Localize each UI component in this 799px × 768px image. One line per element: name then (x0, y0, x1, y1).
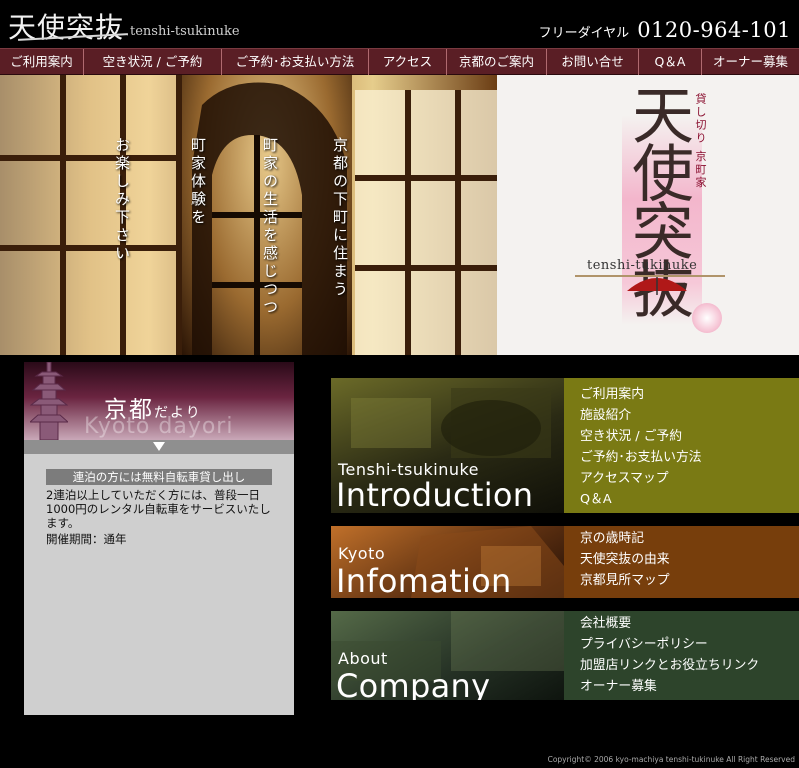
shoji-bar (355, 175, 497, 181)
link-qa[interactable]: Q＆A (564, 489, 799, 510)
section-company-banner[interactable]: About Company (331, 611, 564, 700)
logo-roman: tenshi-tsukinuke (130, 24, 240, 39)
nav-item-reservation-payment[interactable]: ご予約･お支払い方法 (222, 49, 369, 75)
hero: 京都の下町に住まう 町家の生活を感じつつ 町家体験を お楽しみ下さい 天使突抜 … (0, 75, 799, 355)
link-partner-links[interactable]: 加盟店リンクとお役立ちリンク (564, 655, 799, 676)
nav-item-contact[interactable]: お問い合せ (547, 49, 639, 75)
site-header: 天使突抜 tenshi-tsukinuke フリーダイヤル 0120-964-1… (0, 0, 799, 48)
hero-vertical-text: お楽しみ下さい (113, 137, 131, 263)
section-kyoto-sub: Kyoto (338, 544, 386, 563)
link-reservation-payment[interactable]: ご予約･お支払い方法 (564, 447, 799, 468)
section-kyoto-information: Kyoto Infomation 京の歳時記 天使突抜の由来 京都見所マップ (331, 526, 799, 598)
hero-photo-machiya-interior: 京都の下町に住まう 町家の生活を感じつつ 町家体験を お楽しみ下さい (0, 75, 497, 355)
shoji-bar (60, 75, 66, 355)
site-logo[interactable]: 天使突抜 tenshi-tsukinuke (8, 6, 240, 46)
shoji-screen-left (0, 75, 180, 355)
section-company-sub: About (338, 649, 388, 668)
footer-copyright: Copyright© 2006 kyo-machiya tenshi-tukin… (547, 755, 795, 764)
link-company-profile[interactable]: 会社概要 (564, 613, 799, 634)
nav-item-owner[interactable]: オーナー募集 (702, 49, 799, 75)
link-kyoto-sights-map[interactable]: 京都見所マップ (564, 570, 799, 591)
hero-logo-panel: 天使突抜 貸し切り 京町家 tenshi-tukinuke (497, 75, 799, 355)
logo-kanji: 天使突抜 (8, 11, 125, 44)
section-introduction-banner[interactable]: Tenshi-tsukinuke Introduction (331, 378, 564, 513)
nav-item-availability[interactable]: 空き状況 / ご予約 (84, 49, 222, 75)
section-kyoto-links: 京の歳時記 天使突抜の由来 京都見所マップ (564, 526, 799, 598)
section-about-company: About Company 会社概要 プライバシーポリシー 加盟店リンクとお役立… (331, 611, 799, 700)
shoji-bar (0, 245, 180, 251)
section-kyoto-banner[interactable]: Kyoto Infomation (331, 526, 564, 598)
link-privacy-policy[interactable]: プライバシーポリシー (564, 634, 799, 655)
section-company-links: 会社概要 プライバシーポリシー 加盟店リンクとお役立ちリンク オーナー募集 (564, 611, 799, 700)
main-nav: ご利用案内 空き状況 / ご予約 ご予約･お支払い方法 アクセス 京都のご案内 … (0, 48, 799, 75)
notice-title[interactable]: 連泊の方には無料自転車貸し出し (46, 469, 272, 485)
hero-logo-sub: 貸し切り 京町家 (694, 93, 707, 190)
hero-vertical-text: 町家体験を (189, 137, 207, 227)
link-availability[interactable]: 空き状況 / ご予約 (564, 426, 799, 447)
nav-item-access[interactable]: アクセス (369, 49, 447, 75)
link-name-origin[interactable]: 天使突抜の由来 (564, 549, 799, 570)
section-company-title: Company (336, 667, 491, 700)
arrow-down-icon (153, 442, 165, 451)
kyoto-dayori-banner: 京都だより Kyoto dayori (24, 362, 294, 440)
link-access-map[interactable]: アクセスマップ (564, 468, 799, 489)
section-introduction: Tenshi-tsukinuke Introduction ご利用案内 施設紹介… (331, 378, 799, 513)
nav-item-kyoto-guide[interactable]: 京都のご案内 (447, 49, 547, 75)
pagoda-icon (30, 362, 68, 440)
freedial-label: フリーダイヤル (538, 26, 630, 41)
link-guide[interactable]: ご利用案内 (564, 384, 799, 405)
hero-vertical-text: 京都の下町に住まう (331, 137, 349, 299)
shoji-bar (0, 155, 180, 161)
shoji-bar (405, 90, 411, 355)
section-kyoto-title: Infomation (336, 562, 512, 598)
link-facilities[interactable]: 施設紹介 (564, 405, 799, 426)
shoji-bar (455, 90, 461, 355)
nav-item-guide[interactable]: ご利用案内 (0, 49, 84, 75)
link-kyoto-calendar[interactable]: 京の歳時記 (564, 528, 799, 549)
kyoto-dayori-panel: 京都だより Kyoto dayori 連泊の方には無料自転車貸し出し 2連泊以上… (24, 362, 294, 715)
section-introduction-links: ご利用案内 施設紹介 空き状況 / ご予約 ご予約･お支払い方法 アクセスマップ… (564, 378, 799, 513)
notice-period: 開催期間：通年 (46, 532, 127, 546)
kyoto-dayori-ghost-text: Kyoto dayori (84, 414, 234, 439)
shoji-screen-right (355, 90, 497, 355)
shoji-bar (355, 265, 497, 271)
hero-vertical-text: 町家の生活を感じつつ (261, 137, 279, 317)
link-owner-recruit[interactable]: オーナー募集 (564, 676, 799, 697)
notice-body: 2連泊以上していただく方には、普段一日1000円のレンタル自転車をサービスいたし… (46, 488, 271, 530)
freedial: フリーダイヤル 0120-964-101 (539, 18, 791, 42)
section-introduction-title: Introduction (336, 476, 534, 513)
nav-item-qa[interactable]: Q＆A (639, 49, 702, 75)
moon-icon (692, 303, 722, 333)
freedial-number: 0120-964-101 (637, 18, 791, 42)
umbrella-icon (627, 277, 687, 295)
